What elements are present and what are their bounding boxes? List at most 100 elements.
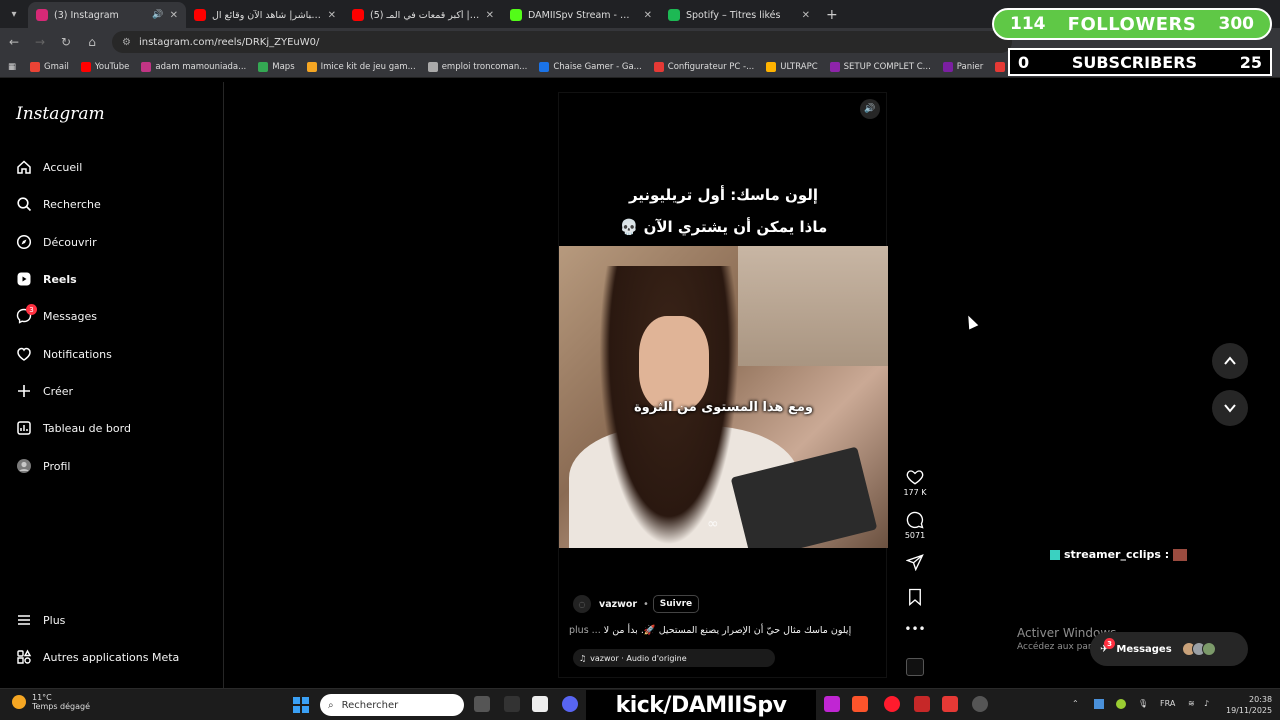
task-view-icon[interactable] (504, 696, 520, 712)
app-icon[interactable] (532, 696, 548, 712)
apps-icon[interactable]: ▦ (8, 62, 16, 72)
more-options-icon[interactable]: ••• (900, 622, 930, 636)
like-count: 177 K (903, 488, 927, 497)
bookmark-item[interactable]: adam mamouniada... (141, 61, 246, 72)
next-reel-button[interactable] (1212, 390, 1248, 426)
site-info-icon[interactable]: ⚙ (122, 37, 131, 48)
tray-chevron-icon[interactable]: ⌃ (1072, 699, 1079, 708)
tab-title: Spotify – Titres likés (686, 9, 781, 21)
close-tab-icon[interactable]: ✕ (328, 10, 336, 21)
sidebar-item-tableau-de-bord[interactable]: Tableau de bord (16, 420, 131, 436)
bookmark-icon (653, 61, 664, 72)
sidebar-item-label: Créer (43, 384, 74, 398)
microphone-icon[interactable]: 🎙 (1138, 699, 1148, 708)
reload-icon[interactable]: ↻ (54, 30, 78, 54)
sidebar-item-messages[interactable]: 3 Messages (16, 304, 97, 324)
home-icon[interactable]: ⌂ (80, 30, 104, 54)
bookmark-label: YouTube (94, 61, 130, 72)
brave-icon[interactable] (852, 696, 868, 712)
share-button[interactable] (900, 553, 930, 573)
browser-tab[interactable]: Spotify – Titres likés ✕ (660, 2, 818, 28)
settings-icon[interactable] (972, 696, 988, 712)
volume-icon[interactable]: ♪ (1204, 699, 1209, 708)
sidebar-item-label: Autres applications Meta (43, 650, 180, 664)
bookmarks-list: Gmail YouTube adam mamouniada... Maps Imice … (30, 61, 1108, 72)
mouse-cursor (963, 313, 979, 330)
bookmark-item[interactable]: Configurateur PC -... (653, 61, 755, 72)
bookmark-item[interactable]: Chaise Gamer - Ga... (539, 61, 642, 72)
sidebar-item-découvrir[interactable]: Découvrir (16, 234, 97, 250)
chat-emote (1173, 548, 1188, 561)
reel-player[interactable]: 🔊 إلون ماسك: أول تريليونير ماذا يمكن أن … (558, 92, 888, 678)
reel-video-frame[interactable]: ومع هذا المستوى من الثروة ∞ (559, 246, 888, 548)
windows-start-icon[interactable] (293, 697, 309, 713)
browser-tab[interactable]: (5) طوب 5 | أكبر قمعات في المـ... ✕ (344, 2, 502, 28)
close-tab-icon[interactable]: ✕ (170, 10, 178, 21)
bookmark-icon (942, 61, 953, 72)
forward-icon[interactable]: → (28, 30, 52, 54)
youtube-icon (194, 9, 206, 21)
close-tab-icon[interactable]: ✕ (486, 10, 494, 21)
sidebar-item-reels[interactable]: Reels (16, 271, 77, 287)
tab-audio-icon[interactable]: 🔊 (152, 10, 163, 20)
tray-icon[interactable] (1116, 699, 1126, 709)
comment-count: 5071 (904, 531, 926, 540)
browser-tab[interactable]: (3) Instagram 🔊 ✕ (28, 2, 186, 28)
follow-button[interactable]: Suivre (652, 595, 700, 613)
taskbar-search-input[interactable]: ⌕ Rechercher (320, 694, 464, 716)
back-icon[interactable]: ← (2, 30, 26, 54)
discord-icon[interactable] (562, 696, 578, 712)
sidebar-item-créer[interactable]: Créer (16, 383, 73, 399)
caption-more-link[interactable]: plus ... (569, 625, 601, 636)
bookmark-item[interactable]: ULTRAPC (766, 61, 818, 72)
spotify-icon (668, 9, 680, 21)
app-icon[interactable] (914, 696, 930, 712)
sidebar-item-recherche[interactable]: Recherche (16, 196, 101, 212)
opera-icon[interactable] (884, 696, 900, 712)
comment-icon (906, 511, 924, 529)
sidebar-item-meta-apps[interactable]: Autres applications Meta (16, 649, 179, 665)
bookmark-item[interactable]: Maps (258, 61, 295, 72)
sidebar-item-more[interactable]: Plus (16, 612, 65, 628)
weather-widget[interactable]: 11°C Temps dégagé (12, 693, 90, 711)
tab-search-button[interactable]: ▾ (0, 0, 28, 28)
app-icon[interactable] (824, 696, 840, 712)
volume-icon[interactable]: 🔊 (860, 99, 880, 119)
bookmark-item[interactable]: emploi troncoman... (427, 61, 527, 72)
close-tab-icon[interactable]: ✕ (644, 10, 652, 21)
subscribers-counter: 0 SUBSCRIBERS 25 (1008, 48, 1272, 76)
sidebar-item-notifications[interactable]: Notifications (16, 346, 112, 362)
author-name[interactable]: vazwor (599, 599, 637, 610)
bookmark-item[interactable]: Gmail (30, 61, 69, 72)
instagram-logo[interactable]: Instagram (16, 104, 105, 124)
bookmark-item[interactable]: Panier (942, 61, 983, 72)
bookmark-item[interactable]: YouTube (80, 61, 130, 72)
messages-pill[interactable]: ✈ 3 Messages (1090, 632, 1248, 666)
audio-thumbnail[interactable] (900, 658, 930, 676)
app-icon[interactable] (942, 696, 958, 712)
tray-icon[interactable] (1094, 699, 1104, 709)
clock[interactable]: 20:38 19/11/2025 (1226, 694, 1272, 716)
wifi-icon[interactable]: ≋ (1188, 699, 1195, 708)
comment-button[interactable]: 5071 (900, 511, 930, 540)
bookmark-item[interactable]: SETUP COMPLET C... (829, 61, 931, 72)
bookmark-item[interactable]: Imice kit de jeu gam... (306, 61, 416, 72)
like-button[interactable]: 177 K (900, 468, 930, 497)
save-button[interactable] (900, 588, 930, 608)
new-tab-button[interactable]: + (818, 2, 846, 28)
language-indicator[interactable]: FRA (1160, 699, 1175, 708)
previous-reel-button[interactable] (1212, 343, 1248, 379)
avatar[interactable]: ◌ (573, 595, 591, 613)
url-field[interactable]: ⚙ instagram.com/reels/DRKj_ZYEuW0/ (112, 31, 1012, 53)
sidebar-item-label: Profil (43, 459, 71, 473)
browser-tab[interactable]: بث مباشر| شاهد الآن وقائع ال... ✕ (186, 2, 344, 28)
bookmark-label: Configurateur PC -... (667, 61, 755, 72)
sidebar-item-accueil[interactable]: Accueil (16, 159, 82, 175)
browser-tab[interactable]: DAMIISpv Stream - Watch Live ✕ (502, 2, 660, 28)
sidebar-item-label: Notifications (43, 347, 112, 361)
sidebar-item-profil[interactable]: Profil (16, 458, 70, 474)
close-tab-icon[interactable]: ✕ (802, 10, 810, 21)
file-explorer-icon[interactable] (474, 696, 490, 712)
reel-audio[interactable]: ♫ vazwor · Audio d'origine (573, 649, 775, 667)
messages-badge: 3 (1104, 638, 1115, 649)
